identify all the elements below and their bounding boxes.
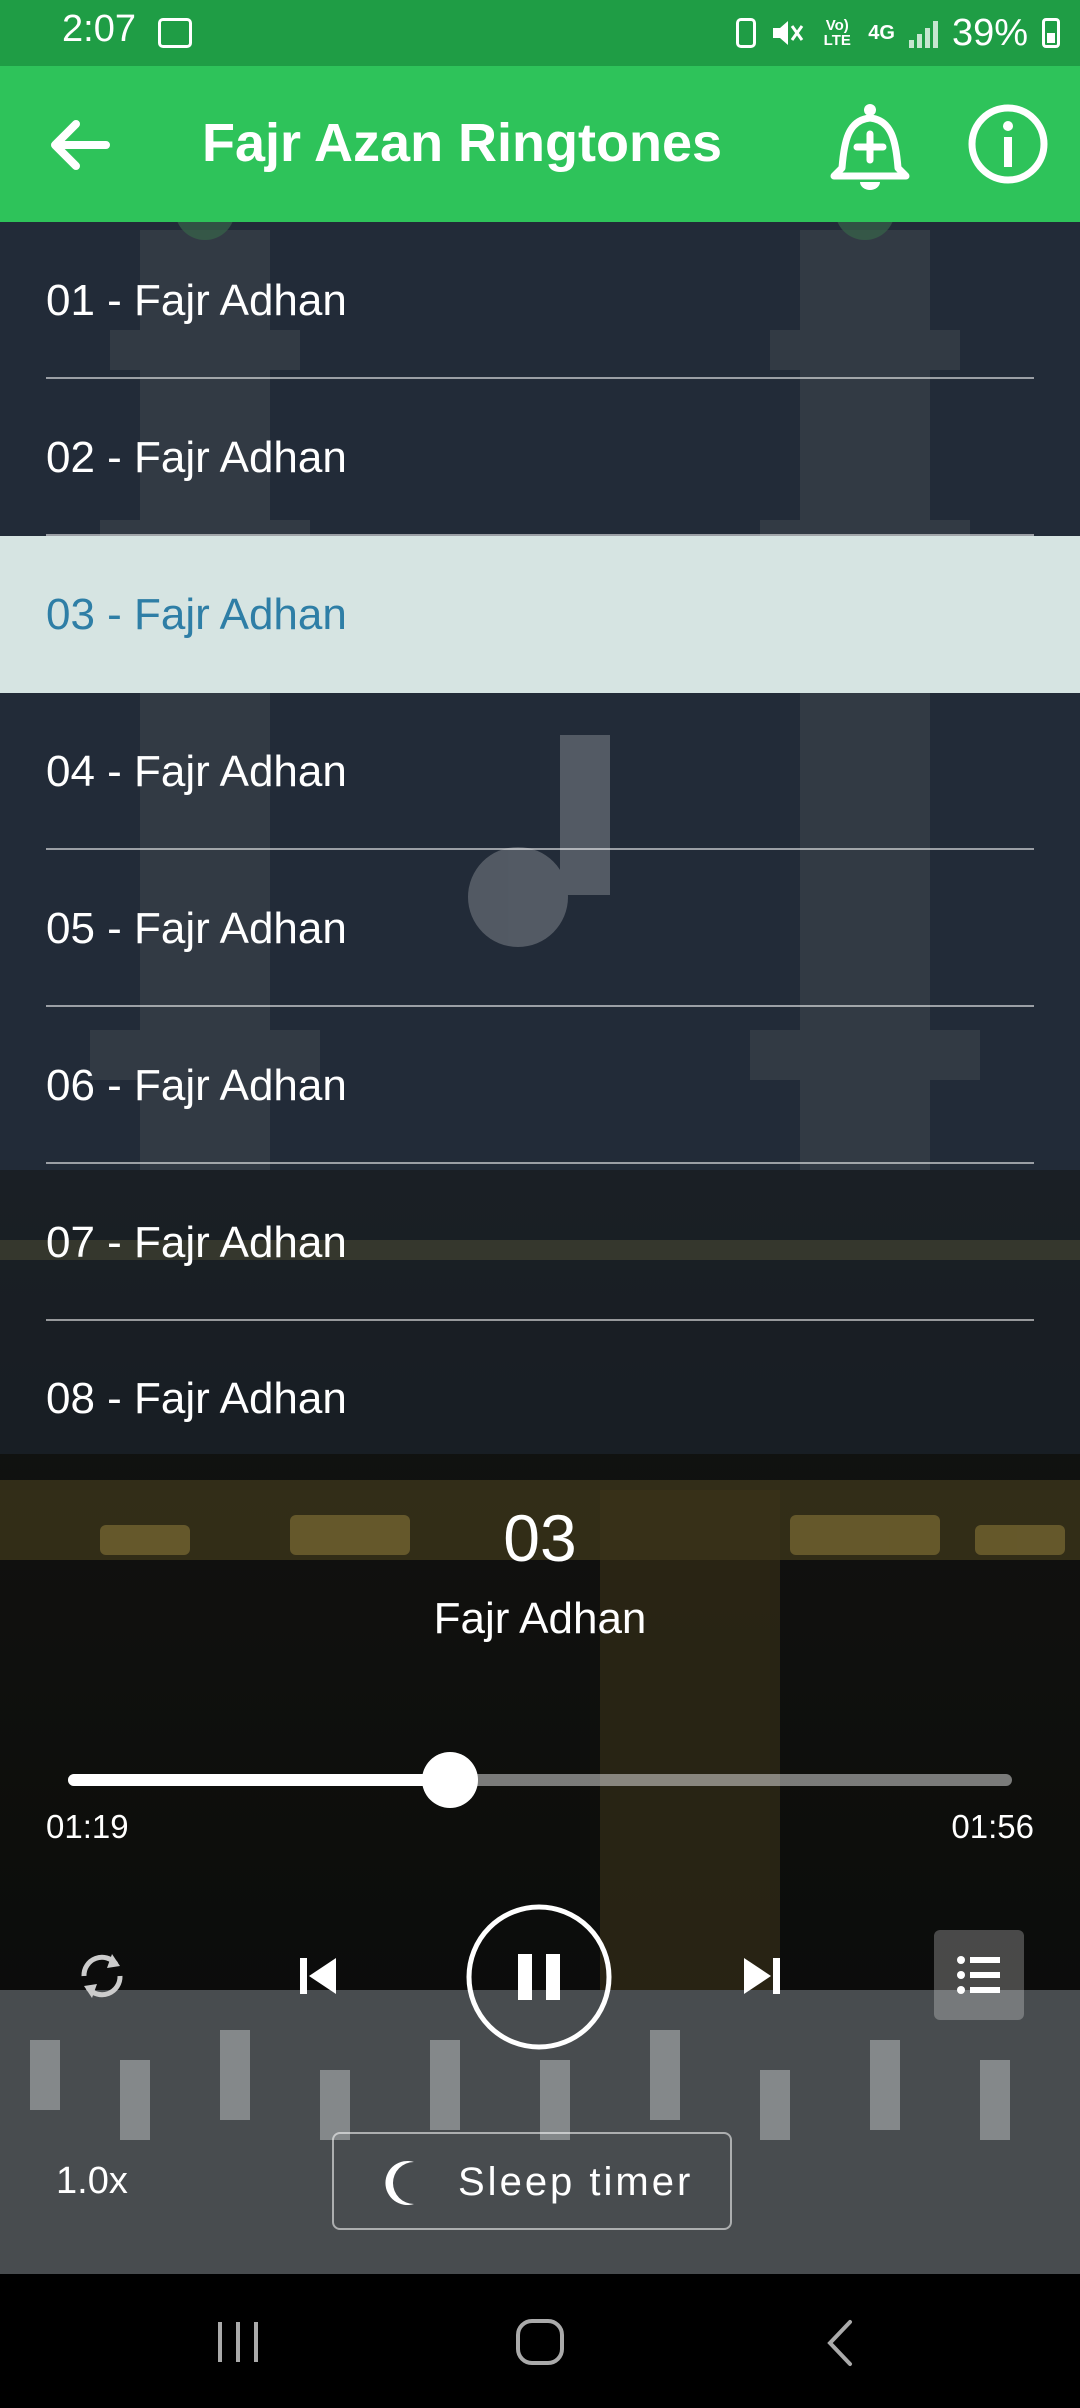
recent-apps-icon[interactable] bbox=[210, 2320, 266, 2364]
seek-bar-thumb[interactable] bbox=[422, 1752, 479, 1808]
track-title: 01 - Fajr Adhan bbox=[46, 275, 347, 325]
pause-button[interactable] bbox=[464, 1902, 614, 2052]
status-time: 2:07 bbox=[62, 8, 136, 50]
list-item[interactable]: 07 - Fajr Adhan bbox=[0, 1164, 1080, 1321]
moon-icon bbox=[385, 2161, 414, 2205]
list-item[interactable]: 08 - Fajr Adhan bbox=[0, 1321, 1080, 1454]
list-item[interactable]: 04 - Fajr Adhan bbox=[0, 693, 1080, 850]
arrow-left-icon[interactable] bbox=[44, 110, 114, 180]
alarm-add-icon[interactable] bbox=[826, 98, 914, 194]
battery-icon bbox=[1042, 18, 1060, 48]
data-saver-icon bbox=[736, 18, 757, 48]
list-icon bbox=[957, 1956, 1000, 1994]
page-title: Fajr Azan Ringtones bbox=[202, 113, 723, 173]
playback-speed[interactable]: 1.0x bbox=[56, 2160, 128, 2203]
sleep-timer-label: Sleep timer bbox=[458, 2160, 694, 2204]
track-list: 01 - Fajr Adhan 02 - Fajr Adhan 03 - Faj… bbox=[0, 222, 1080, 1454]
skip-next-icon[interactable] bbox=[738, 1952, 786, 2000]
skip-previous-icon[interactable] bbox=[294, 1952, 342, 2000]
mute-icon bbox=[773, 21, 804, 45]
now-playing-title: Fajr Adhan bbox=[433, 1594, 647, 1643]
system-nav-bar bbox=[0, 2274, 1080, 2408]
duration-time: 01:56 bbox=[951, 1808, 1034, 1845]
volte-label: Vo) LTE bbox=[823, 17, 851, 49]
track-title: 02 - Fajr Adhan bbox=[46, 432, 347, 482]
list-item[interactable]: 05 - Fajr Adhan bbox=[0, 850, 1080, 1007]
gallery-notification-icon bbox=[158, 18, 192, 48]
list-item[interactable]: 06 - Fajr Adhan bbox=[0, 1007, 1080, 1164]
info-icon[interactable] bbox=[966, 102, 1050, 186]
network-type-label: 4G bbox=[868, 21, 895, 44]
seek-bar-progress bbox=[68, 1774, 451, 1786]
track-title: 08 - Fajr Adhan bbox=[46, 1374, 347, 1423]
status-icons: Vo) LTE 4G 39% bbox=[736, 8, 1060, 58]
app-bar: Fajr Azan Ringtones bbox=[0, 66, 1080, 222]
track-title: 05 - Fajr Adhan bbox=[46, 903, 347, 953]
home-icon[interactable] bbox=[512, 2318, 568, 2366]
track-title: 07 - Fajr Adhan bbox=[46, 1217, 347, 1267]
now-playing-number: 03 bbox=[503, 1501, 577, 1575]
track-title: 04 - Fajr Adhan bbox=[46, 746, 347, 796]
list-item[interactable]: 01 - Fajr Adhan bbox=[0, 222, 1080, 379]
sleep-timer-button[interactable]: Sleep timer bbox=[332, 2132, 732, 2230]
seek-bar[interactable] bbox=[68, 1752, 1012, 1808]
repeat-icon[interactable] bbox=[72, 1946, 132, 2006]
battery-percent: 39% bbox=[951, 11, 1028, 54]
list-item[interactable]: 02 - Fajr Adhan bbox=[0, 379, 1080, 536]
signal-icon bbox=[908, 18, 938, 48]
track-title: 03 - Fajr Adhan bbox=[46, 589, 347, 639]
back-nav-icon[interactable] bbox=[820, 2318, 864, 2368]
list-item-selected[interactable]: 03 - Fajr Adhan bbox=[0, 536, 1080, 693]
track-title: 06 - Fajr Adhan bbox=[46, 1060, 347, 1110]
playlist-button[interactable] bbox=[934, 1930, 1024, 2020]
elapsed-time: 01:19 bbox=[46, 1808, 129, 1845]
status-bar: 2:07 Vo) LTE 4G 39% bbox=[0, 0, 1080, 66]
